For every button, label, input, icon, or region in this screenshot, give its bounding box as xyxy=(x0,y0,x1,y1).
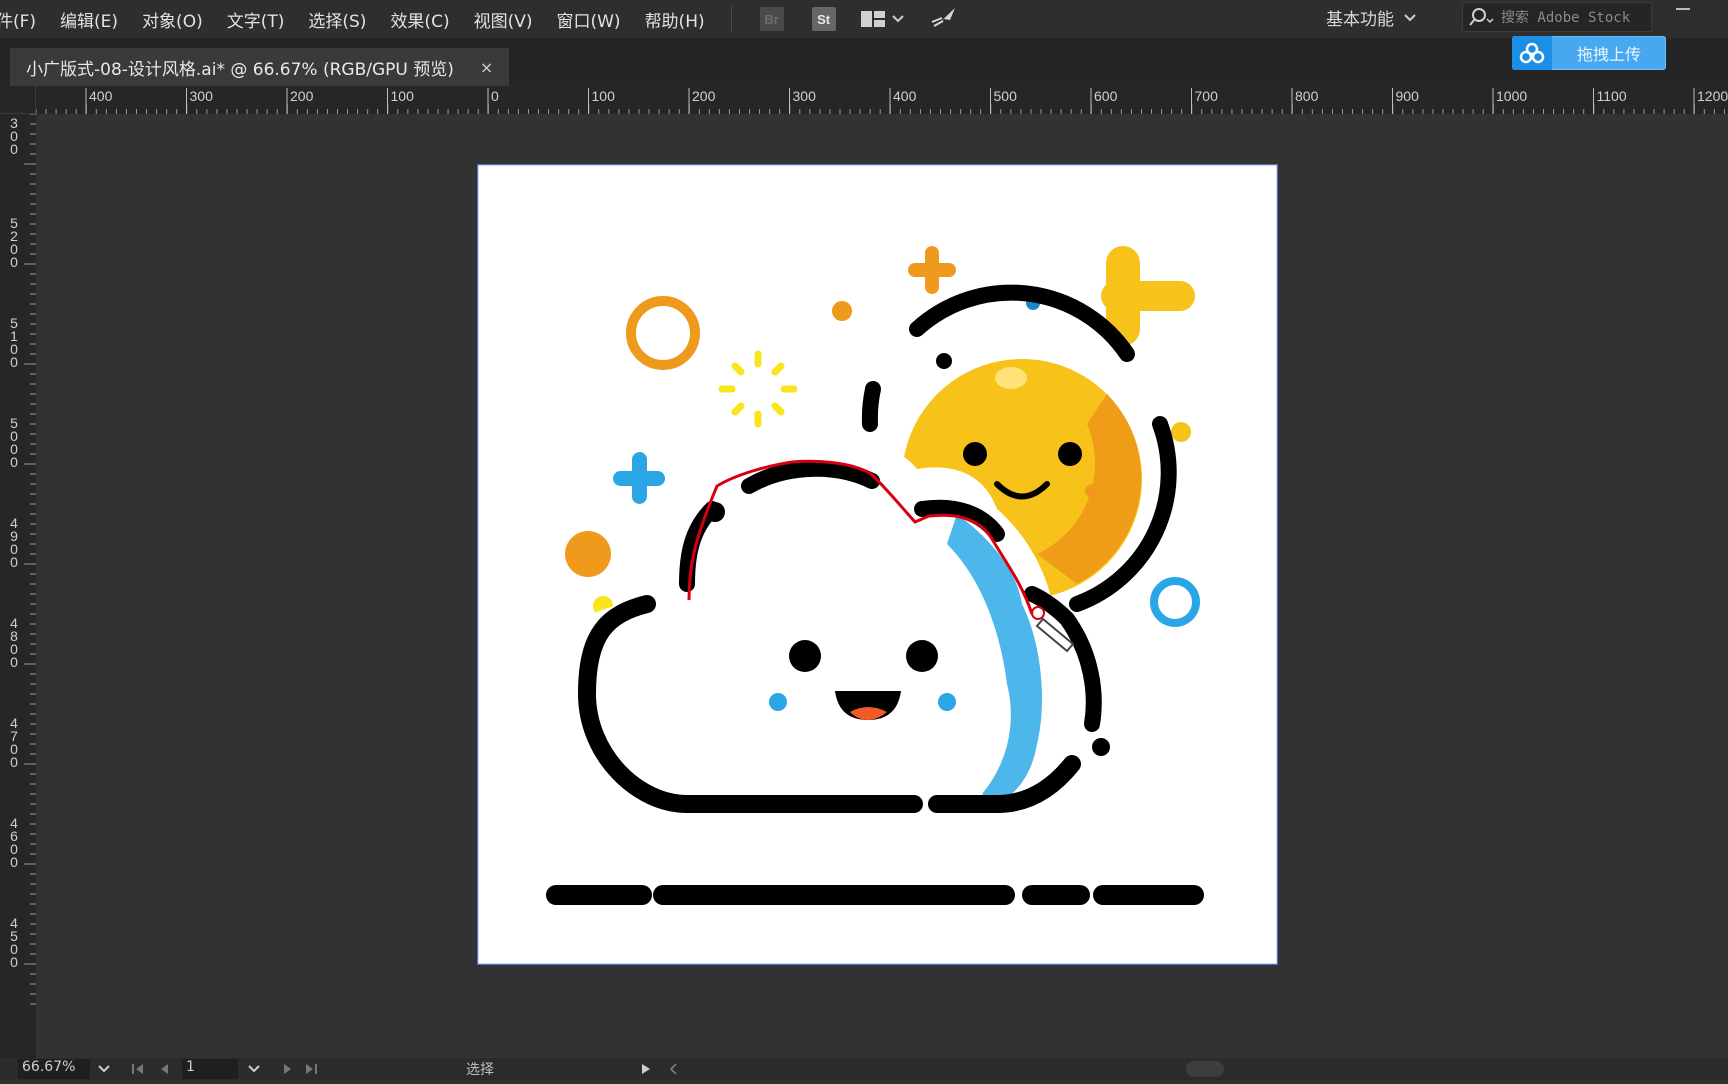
artboard[interactable] xyxy=(477,164,1278,965)
ruler-label: 1200 xyxy=(1697,88,1728,104)
horizontal-ruler-ticks: 400 300 200 100 0 100 200 300 400 500 600 700 800 900… xyxy=(35,88,1728,114)
ruler-label: 200 xyxy=(290,88,314,104)
ruler-label: 200 xyxy=(692,88,716,104)
menu-window[interactable]: 窗口(W) xyxy=(544,7,632,32)
ruler-label: 0 xyxy=(10,854,18,870)
cloud-upload-icon xyxy=(1512,36,1552,70)
ruler-label: 900 xyxy=(1396,88,1420,104)
cloud-eye-left xyxy=(789,640,821,672)
ruler-label: 600 xyxy=(1094,88,1118,104)
horizontal-ruler[interactable]: 400 300 200 100 0 100 200 300 400 500 600 700 800 900… xyxy=(0,86,1728,114)
ruler-label: 0 xyxy=(10,454,18,470)
menu-effect[interactable]: 效果(C) xyxy=(378,7,461,32)
arrange-documents-icon[interactable] xyxy=(860,9,904,29)
document-tab-title: 小广版式-08-设计风格.ai* @ 66.67% (RGB/GPU 预览) xyxy=(26,59,454,80)
stock-search-input[interactable]: 搜索 Adobe Stock xyxy=(1462,2,1652,32)
ruler-label: 100 xyxy=(592,88,616,104)
orange-dot-small xyxy=(832,301,852,321)
ruler-label: 1000 xyxy=(1496,88,1527,104)
last-artboard-icon xyxy=(306,1064,317,1074)
upload-button[interactable]: 拖拽上传 xyxy=(1512,36,1666,70)
ruler-label: 300 xyxy=(190,88,214,104)
ruler-label: 0 xyxy=(10,354,18,370)
workspace-switcher[interactable]: 基本功能 xyxy=(1326,5,1416,30)
search-placeholder: 搜索 Adobe Stock xyxy=(1501,10,1631,26)
cloud-cheek-left xyxy=(769,693,787,711)
vertical-ruler-ticks: 30052005100500049004800470046004500 xyxy=(10,113,36,1005)
document-tab[interactable]: 小广版式-08-设计风格.ai* @ 66.67% (RGB/GPU 预览) × xyxy=(10,48,510,86)
sun-outline-dot xyxy=(936,353,952,369)
menu-view[interactable]: 视图(V) xyxy=(462,7,545,32)
ruler-label: 0 xyxy=(10,754,18,770)
previous-artboard-icon xyxy=(161,1064,168,1074)
search-icon xyxy=(1469,8,1494,26)
ruler-label: 0 xyxy=(10,554,18,570)
chevron-down-icon xyxy=(248,1065,260,1073)
status-bar: 66.67% 1 选择 xyxy=(0,1058,1728,1080)
cloud-cheek-right xyxy=(938,693,956,711)
ruler-label: 0 xyxy=(10,141,18,157)
close-tab-icon[interactable]: × xyxy=(480,58,493,77)
menu-file[interactable]: 件(F) xyxy=(0,7,48,32)
play-icon xyxy=(642,1064,650,1074)
chevron-down-icon xyxy=(891,15,904,23)
menu-object[interactable]: 对象(O) xyxy=(130,7,215,32)
sun-cheek-right xyxy=(1085,484,1099,498)
cloud-eye-right xyxy=(906,640,938,672)
yellow-dot-right xyxy=(1171,422,1191,442)
stock-icon[interactable]: St xyxy=(811,7,836,31)
menu-edit[interactable]: 编辑(E) xyxy=(48,7,130,32)
sun-outline-left xyxy=(861,381,881,432)
zoom-field[interactable]: 66.67% xyxy=(18,1059,90,1079)
bridge-icon[interactable]: Br xyxy=(759,7,784,31)
ruler-label: 0 xyxy=(10,654,18,670)
chevron-down-icon xyxy=(98,1065,110,1073)
menu-select[interactable]: 选择(S) xyxy=(296,7,378,32)
ruler-label: 500 xyxy=(994,88,1018,104)
ruler-label: 100 xyxy=(391,88,415,104)
workspace-label: 基本功能 xyxy=(1326,10,1394,30)
ruler-label: 400 xyxy=(893,88,917,104)
menu-help[interactable]: 帮助(H) xyxy=(633,7,717,32)
sun-eye-left xyxy=(963,442,987,466)
ruler-label: 0 xyxy=(491,88,499,104)
sun-highlight xyxy=(995,367,1027,389)
artboard-number-field[interactable]: 1 xyxy=(182,1059,238,1079)
minimize-icon[interactable] xyxy=(1676,8,1690,10)
chevron-down-icon xyxy=(1404,13,1416,21)
vertical-ruler[interactable]: 30052005100500049004800470046004500 xyxy=(0,86,36,1080)
upload-label: 拖拽上传 xyxy=(1576,45,1641,64)
sun-eye-right xyxy=(1058,442,1082,466)
current-tool-label: 选择 xyxy=(466,1062,494,1078)
cloud-outline-dot xyxy=(1092,738,1110,756)
ruler-label: 0 xyxy=(10,254,18,270)
ruler-label: 0 xyxy=(10,954,18,970)
next-artboard-icon xyxy=(284,1064,291,1074)
scroll-left-icon xyxy=(669,1063,677,1075)
gpu-performance-icon[interactable] xyxy=(930,6,958,32)
menu-separator xyxy=(730,6,732,32)
ruler-label: 800 xyxy=(1295,88,1319,104)
ruler-label: 700 xyxy=(1195,88,1219,104)
document-tab-bar: 小广版式-08-设计风格.ai* @ 66.67% (RGB/GPU 预览) × xyxy=(0,38,1728,86)
orange-dot-large xyxy=(565,531,611,577)
menu-type[interactable]: 文字(T) xyxy=(215,7,297,32)
ruler-origin[interactable] xyxy=(0,86,36,114)
ruler-label: 1100 xyxy=(1597,88,1627,104)
ruler-label: 300 xyxy=(793,88,817,104)
first-artboard-icon xyxy=(132,1064,143,1074)
horizontal-scrollbar-thumb[interactable] xyxy=(1186,1061,1224,1077)
ruler-label: 400 xyxy=(89,88,113,104)
